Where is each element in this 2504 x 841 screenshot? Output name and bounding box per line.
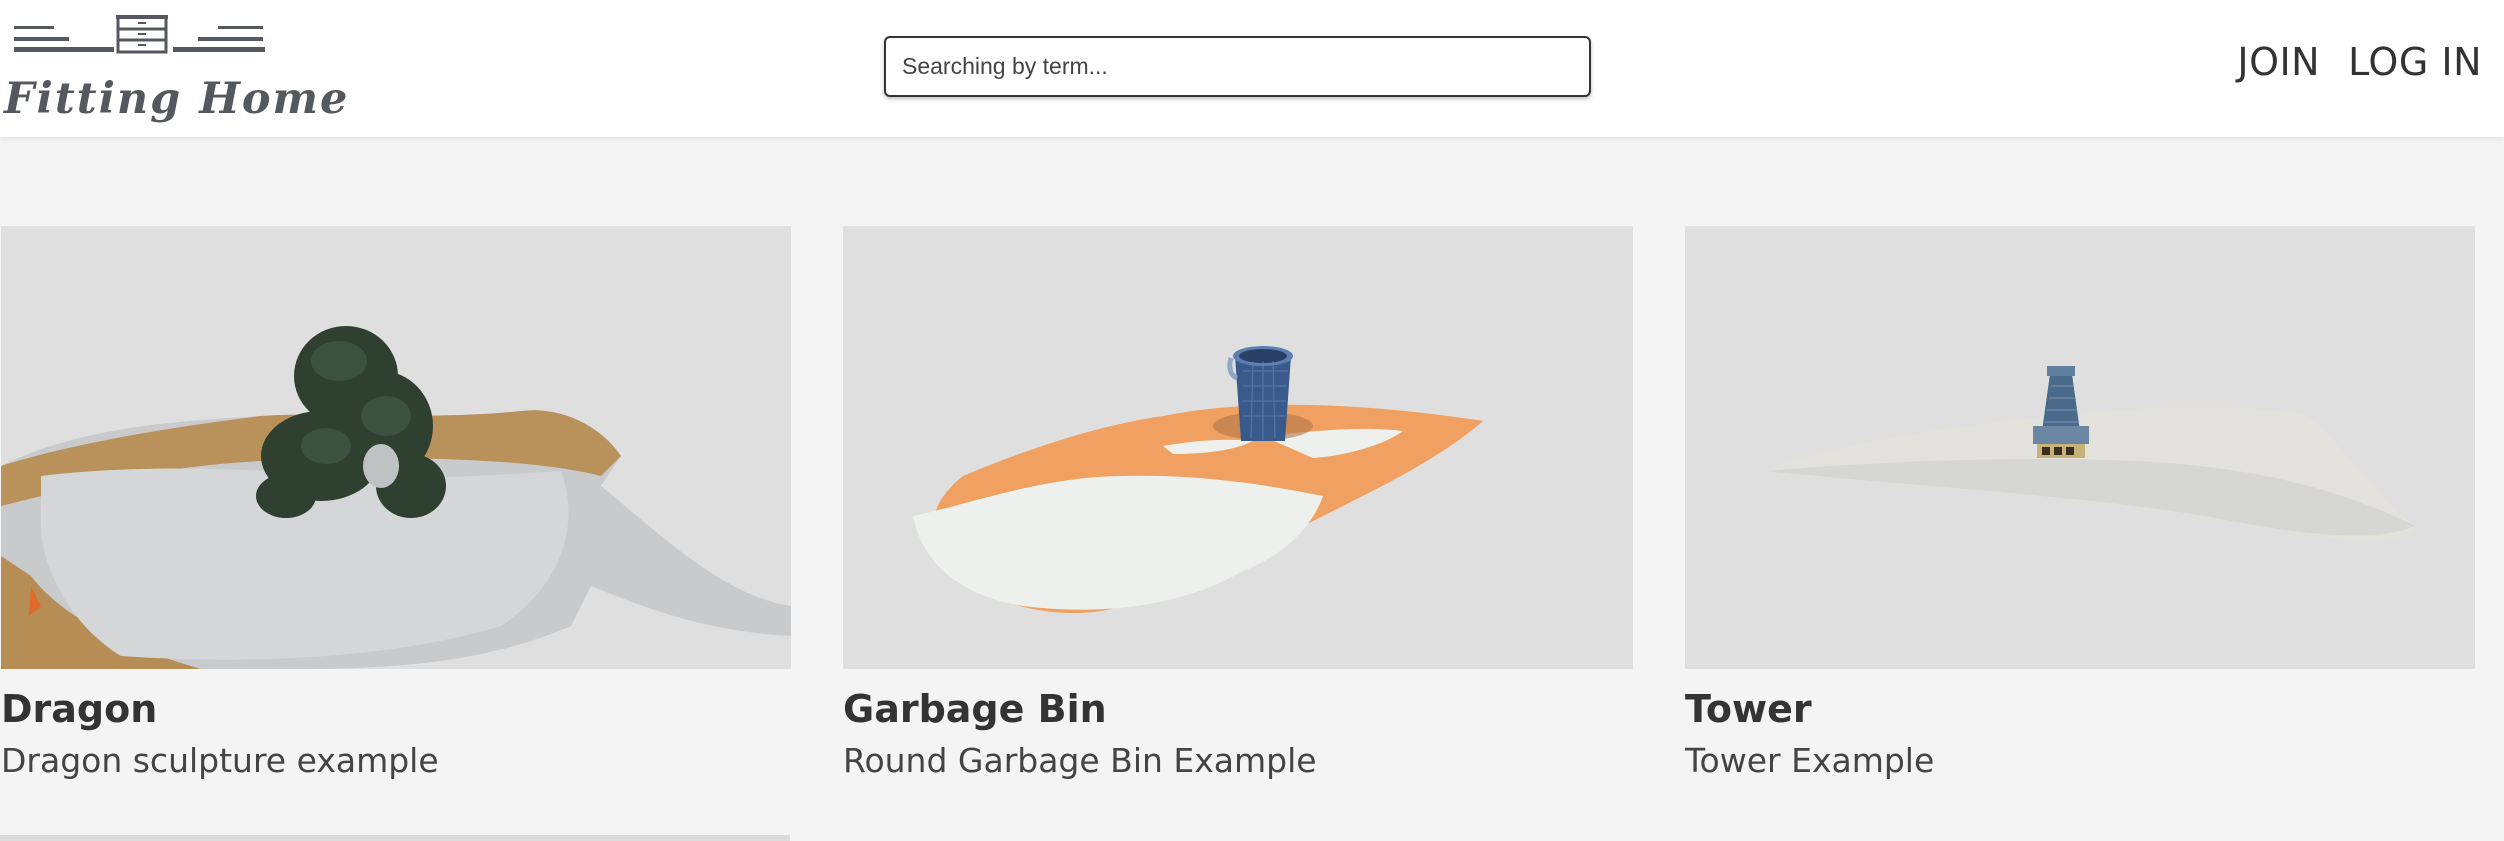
product-card-garbage-bin[interactable]: Garbage Bin Round Garbage Bin Example	[843, 226, 1633, 779]
furniture-logo-icon	[14, 15, 265, 54]
product-thumbnail[interactable]	[843, 226, 1633, 669]
dragon-model-image	[1, 326, 791, 669]
product-thumbnail[interactable]	[1, 226, 791, 669]
garbage-bin-model-image	[913, 346, 1483, 614]
product-description: Round Garbage Bin Example	[843, 740, 1317, 780]
logo[interactable]: Fitting Home	[0, 12, 347, 124]
product-thumbnail[interactable]	[1685, 226, 2475, 669]
product-description: Dragon sculpture example	[1, 740, 439, 780]
next-row-card-edge	[0, 835, 790, 841]
product-description: Tower Example	[1685, 740, 1935, 780]
tower-model-image	[1765, 366, 2415, 542]
product-title[interactable]: Tower	[1685, 688, 2475, 731]
product-card-tower[interactable]: Tower Tower Example	[1685, 226, 2475, 779]
join-link[interactable]: JOIN	[2237, 40, 2320, 84]
login-link[interactable]: LOG IN	[2348, 40, 2482, 84]
product-title[interactable]: Dragon	[1, 688, 791, 731]
product-card-dragon[interactable]: Dragon Dragon sculpture example	[1, 226, 791, 779]
auth-nav: JOIN LOG IN	[2237, 40, 2482, 84]
logo-text: Fitting Home	[4, 74, 350, 124]
top-header: Fitting Home JOIN LOG IN	[0, 0, 2504, 137]
search-input[interactable]	[884, 36, 1591, 97]
product-title[interactable]: Garbage Bin	[843, 688, 1633, 731]
